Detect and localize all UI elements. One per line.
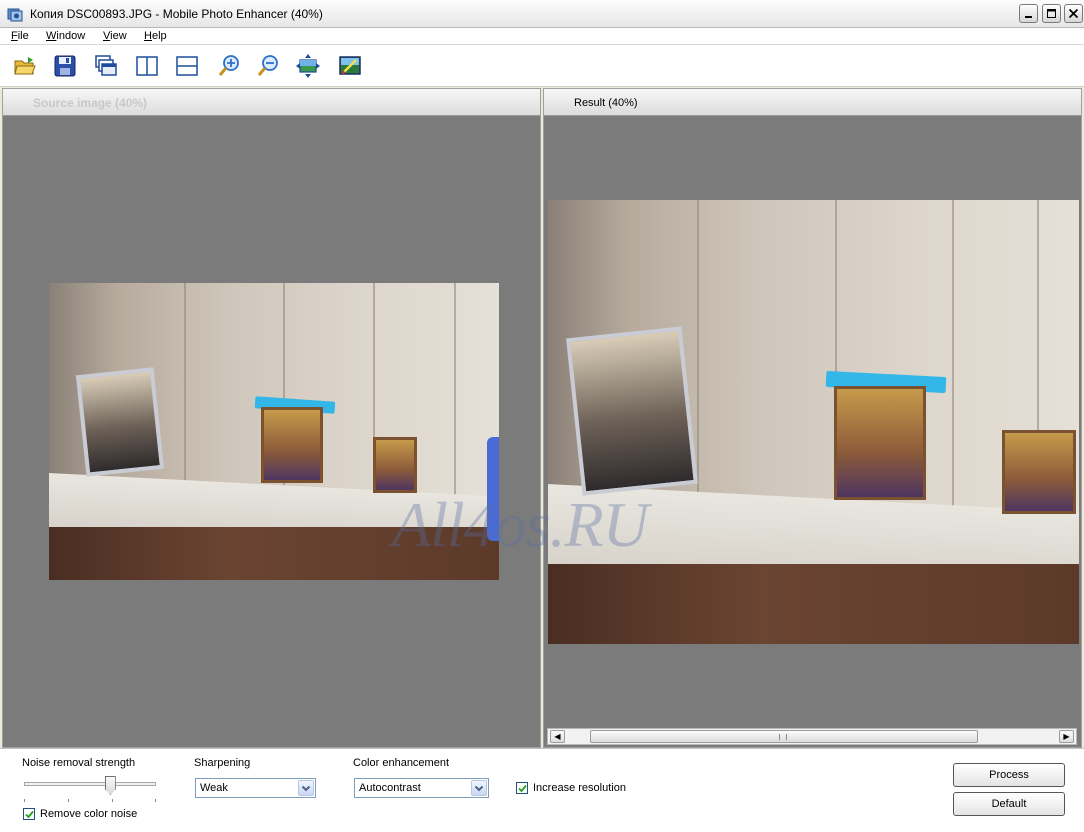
zoom-in-icon (218, 55, 239, 76)
noise-slider-thumb[interactable] (104, 776, 116, 795)
minimize-icon (1025, 16, 1032, 18)
increase-resolution-label: Increase resolution (533, 782, 626, 794)
split-vertical-icon (136, 56, 158, 76)
increase-resolution-checkbox[interactable] (516, 782, 528, 794)
zoom-in-button[interactable] (215, 52, 243, 80)
edit-image-icon (339, 56, 361, 75)
sharpening-select[interactable]: Weak (195, 778, 316, 798)
fit-to-window-button[interactable] (294, 52, 322, 80)
menu-file[interactable]: File (11, 30, 29, 42)
scroll-right-button[interactable]: ▶ (1059, 730, 1074, 743)
sharpening-value: Weak (200, 782, 228, 794)
fit-to-window-icon (296, 54, 320, 78)
color-enhancement-select[interactable]: Autocontrast (354, 778, 489, 798)
close-button[interactable] (1064, 4, 1083, 23)
open-button[interactable] (11, 52, 39, 80)
source-panel-title: Source image (40%) (33, 96, 148, 110)
save-button[interactable] (51, 52, 79, 80)
color-enhancement-value: Autocontrast (359, 782, 421, 794)
source-panel-header[interactable]: Source image (40%) (3, 89, 540, 116)
cascade-windows-icon (95, 55, 117, 76)
menu-bar: File Window View Help (0, 28, 1084, 45)
split-horizontal-icon (176, 56, 198, 76)
result-panel-header[interactable]: Result (40%) (544, 89, 1081, 116)
source-panel: Source image (40%) (2, 88, 541, 748)
split-vertical-button[interactable] (133, 52, 161, 80)
maximize-button[interactable] (1042, 4, 1061, 23)
sharpening-dropdown-button[interactable] (298, 780, 314, 796)
result-photo (548, 200, 1079, 644)
scroll-thumb[interactable] (590, 730, 978, 743)
zoom-out-icon (257, 55, 278, 76)
scroll-left-button[interactable]: ◀ (550, 730, 565, 743)
maximize-icon (1047, 9, 1056, 18)
menu-help[interactable]: Help (144, 30, 167, 42)
result-canvas[interactable] (548, 117, 1079, 727)
color-enhancement-label: Color enhancement (353, 757, 450, 769)
process-button[interactable]: Process (953, 763, 1065, 787)
window-title: Копия DSC00893.JPG - Mobile Photo Enhanc… (30, 7, 323, 21)
chevron-down-icon (301, 785, 311, 792)
remove-color-noise-checkbox[interactable] (23, 808, 35, 820)
color-enhancement-dropdown-button[interactable] (471, 780, 487, 796)
zoom-out-button[interactable] (254, 52, 282, 80)
result-horizontal-scrollbar[interactable]: ◀ ▶ (547, 728, 1077, 745)
checkmark-icon (518, 784, 527, 793)
menu-view[interactable]: View (103, 30, 127, 42)
remove-color-noise-label: Remove color noise (40, 808, 138, 820)
close-icon (1068, 8, 1079, 19)
result-panel: Result (40%) (543, 88, 1082, 748)
watermark: All4os.RU (392, 489, 649, 560)
source-canvas[interactable] (7, 117, 536, 745)
scroll-grip-icon (779, 734, 787, 740)
app-icon (7, 8, 23, 22)
title-bar: Копия DSC00893.JPG - Mobile Photo Enhanc… (0, 0, 1084, 28)
settings-bar: Noise removal strength Remove color nois… (0, 748, 1084, 832)
edit-image-button[interactable] (336, 52, 364, 80)
sharpening-label: Sharpening (194, 757, 251, 769)
default-button[interactable]: Default (953, 792, 1065, 816)
cascade-windows-button[interactable] (92, 52, 120, 80)
chevron-down-icon (474, 785, 484, 792)
minimize-button[interactable] (1019, 4, 1038, 23)
noise-removal-slider[interactable] (24, 782, 156, 786)
checkmark-icon (25, 810, 34, 819)
noise-removal-label: Noise removal strength (22, 757, 136, 769)
save-icon (54, 55, 76, 77)
menu-window[interactable]: Window (46, 30, 85, 42)
result-panel-title: Result (40%) (574, 97, 638, 109)
toolbar (0, 45, 1084, 87)
open-folder-icon (14, 57, 36, 75)
split-horizontal-button[interactable] (173, 52, 201, 80)
